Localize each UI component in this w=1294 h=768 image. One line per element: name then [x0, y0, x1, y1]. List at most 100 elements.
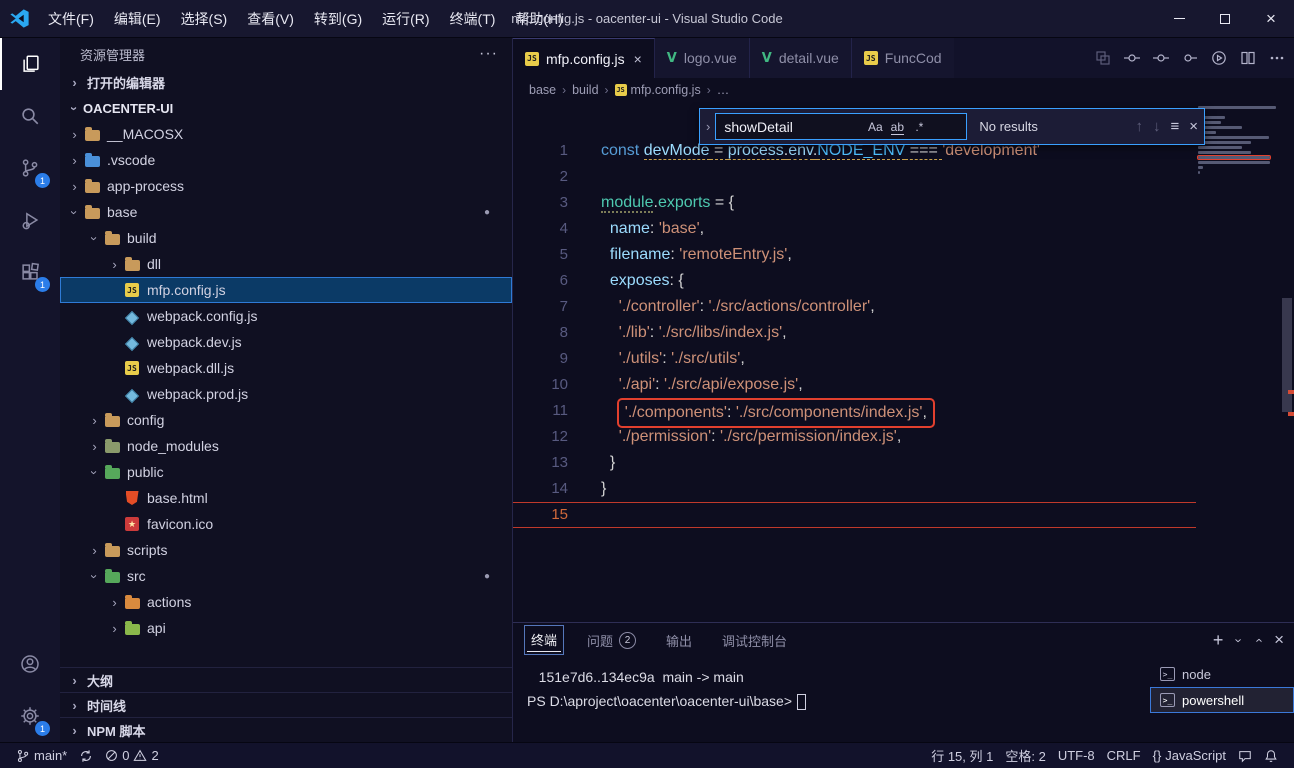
code-line-2[interactable]: 2: [513, 164, 1196, 190]
language-indicator[interactable]: {} JavaScript: [1147, 743, 1232, 768]
tab-problems[interactable]: 问题 2: [583, 628, 640, 652]
tree-item-webpack-config-js[interactable]: ›webpack.config.js: [60, 303, 512, 329]
code-line-7[interactable]: 7 './controller': './src/actions/control…: [513, 294, 1196, 320]
breadcrumb-build[interactable]: build: [572, 83, 598, 97]
menu-terminal[interactable]: 终端(T): [440, 0, 506, 38]
chevron-right-icon[interactable]: ›: [106, 621, 123, 636]
menu-file[interactable]: 文件(F): [38, 0, 104, 38]
chevron-right-icon[interactable]: ›: [66, 179, 83, 194]
menu-view[interactable]: 查看(V): [237, 0, 304, 38]
tree-item-webpack-dll-js[interactable]: ›JSwebpack.dll.js: [60, 355, 512, 381]
menu-selection[interactable]: 选择(S): [171, 0, 238, 38]
run-debug-icon[interactable]: [0, 194, 60, 246]
tree-item-webpack-dev-js[interactable]: ›webpack.dev.js: [60, 329, 512, 355]
code-line-6[interactable]: 6 exposes: {: [513, 268, 1196, 294]
terminal-instance-node[interactable]: >_node: [1150, 661, 1294, 687]
terminal-instance-powershell[interactable]: >_powershell: [1150, 687, 1294, 713]
source-control-icon[interactable]: 1: [0, 142, 60, 194]
account-icon[interactable]: [0, 638, 60, 690]
chevron-down-icon[interactable]: ›: [67, 204, 82, 221]
commit-node-icon[interactable]: [1179, 47, 1201, 69]
breadcrumb-file[interactable]: JS mfp.config.js: [615, 83, 701, 97]
indentation-indicator[interactable]: 空格: 2: [999, 743, 1051, 768]
tree-item-public[interactable]: ›public: [60, 459, 512, 485]
terminal-output[interactable]: 151e7d6..134ec9a main -> mainPS D:\aproj…: [513, 657, 1150, 742]
find-next-icon[interactable]: ↓: [1153, 118, 1161, 135]
code-line-13[interactable]: 13 }: [513, 450, 1196, 476]
tree-item-build[interactable]: ›build: [60, 225, 512, 251]
find-in-selection-icon[interactable]: ≡: [1170, 118, 1179, 135]
tree-root-oacenter-ui[interactable]: › OACENTER-UI: [60, 95, 512, 121]
sync-button[interactable]: [73, 743, 99, 768]
menu-help[interactable]: 帮助(H): [505, 0, 572, 38]
code-line-12[interactable]: 12 './permission': './src/permission/ind…: [513, 424, 1196, 450]
search-icon[interactable]: [0, 90, 60, 142]
branch-indicator[interactable]: main*: [10, 743, 73, 768]
chevron-right-icon[interactable]: ›: [86, 413, 103, 428]
code-line-14[interactable]: 14}: [513, 476, 1196, 502]
tree-item-api[interactable]: ›api: [60, 615, 512, 641]
menu-go[interactable]: 转到(G): [304, 0, 372, 38]
menu-run[interactable]: 运行(R): [372, 0, 439, 38]
terminal-dropdown-icon[interactable]: ›: [1232, 638, 1247, 642]
toggle-replace-chevron-icon[interactable]: ›: [706, 119, 710, 134]
tree-item-mfp-config-js[interactable]: ›JSmfp.config.js: [60, 277, 512, 303]
chevron-right-icon[interactable]: ›: [106, 257, 123, 272]
tab-output[interactable]: 输出: [662, 628, 696, 652]
editor-scrollbar[interactable]: [1282, 298, 1292, 412]
close-panel-icon[interactable]: ×: [1274, 630, 1284, 650]
tree-item-base-html[interactable]: ›base.html: [60, 485, 512, 511]
chevron-down-icon[interactable]: ›: [87, 230, 102, 247]
chevron-right-icon[interactable]: ›: [66, 153, 83, 168]
code-line-5[interactable]: 5 filename: 'remoteEntry.js',: [513, 242, 1196, 268]
outline-section[interactable]: › 大纲: [60, 667, 512, 692]
commit-node-icon[interactable]: [1121, 47, 1143, 69]
tab-debug-console[interactable]: 调试控制台: [718, 628, 791, 652]
code-line-11[interactable]: 11 './components': './src/components/ind…: [513, 398, 1196, 424]
breadcrumb-symbol[interactable]: …: [717, 83, 730, 97]
tree-item-base[interactable]: ›base●: [60, 199, 512, 225]
chevron-right-icon[interactable]: ›: [86, 439, 103, 454]
chevron-right-icon[interactable]: ›: [106, 595, 123, 610]
match-case-icon[interactable]: Aa: [864, 120, 886, 134]
tree-item--macosx[interactable]: ›__MACOSX: [60, 121, 512, 147]
chevron-down-icon[interactable]: ›: [87, 464, 102, 481]
find-close-icon[interactable]: ×: [1189, 118, 1198, 135]
code-line-15[interactable]: 15: [513, 502, 1196, 528]
maximize-panel-icon[interactable]: ›: [1250, 638, 1265, 642]
code-line-8[interactable]: 8 './lib': './src/libs/index.js',: [513, 320, 1196, 346]
npm-scripts-section[interactable]: › NPM 脚本: [60, 717, 512, 742]
tree-item-src[interactable]: ›src●: [60, 563, 512, 589]
find-input[interactable]: [724, 119, 864, 135]
minimize-button[interactable]: [1156, 0, 1202, 38]
explorer-icon[interactable]: [0, 38, 60, 90]
tab-mfp-config-js[interactable]: JS mfp.config.js ×: [513, 38, 655, 78]
open-editors-section[interactable]: › 打开的编辑器: [60, 70, 512, 95]
close-button[interactable]: ×: [1248, 0, 1294, 38]
minimap[interactable]: [1198, 106, 1278, 181]
settings-gear-icon[interactable]: 1: [0, 690, 60, 742]
code-line-3[interactable]: 3module.exports = {: [513, 190, 1196, 216]
tree-item-actions[interactable]: ›actions: [60, 589, 512, 615]
split-editor-icon[interactable]: [1237, 47, 1259, 69]
commit-node-icon[interactable]: [1150, 47, 1172, 69]
more-actions-icon[interactable]: [1266, 47, 1288, 69]
feedback-icon[interactable]: [1232, 743, 1258, 768]
tree-item-favicon-ico[interactable]: ›★favicon.ico: [60, 511, 512, 537]
new-terminal-icon[interactable]: +: [1213, 630, 1224, 651]
chevron-down-icon[interactable]: ›: [87, 568, 102, 585]
find-previous-icon[interactable]: ↑: [1135, 118, 1143, 135]
eol-indicator[interactable]: CRLF: [1101, 743, 1147, 768]
tree-item-config[interactable]: ›config: [60, 407, 512, 433]
notifications-bell-icon[interactable]: [1258, 743, 1284, 768]
code-line-9[interactable]: 9 './utils': './src/utils',: [513, 346, 1196, 372]
tree-item-scripts[interactable]: ›scripts: [60, 537, 512, 563]
code-line-10[interactable]: 10 './api': './src/api/expose.js',: [513, 372, 1196, 398]
tree-item-node-modules[interactable]: ›node_modules: [60, 433, 512, 459]
menu-edit[interactable]: 编辑(E): [104, 0, 171, 38]
tab-logo-vue[interactable]: V logo.vue: [655, 38, 750, 78]
whole-word-icon[interactable]: ab: [886, 120, 908, 134]
run-file-icon[interactable]: [1208, 47, 1230, 69]
timeline-section[interactable]: › 时间线: [60, 692, 512, 717]
code-editor[interactable]: 1const devMode = process.env.NODE_ENV ==…: [513, 102, 1294, 622]
